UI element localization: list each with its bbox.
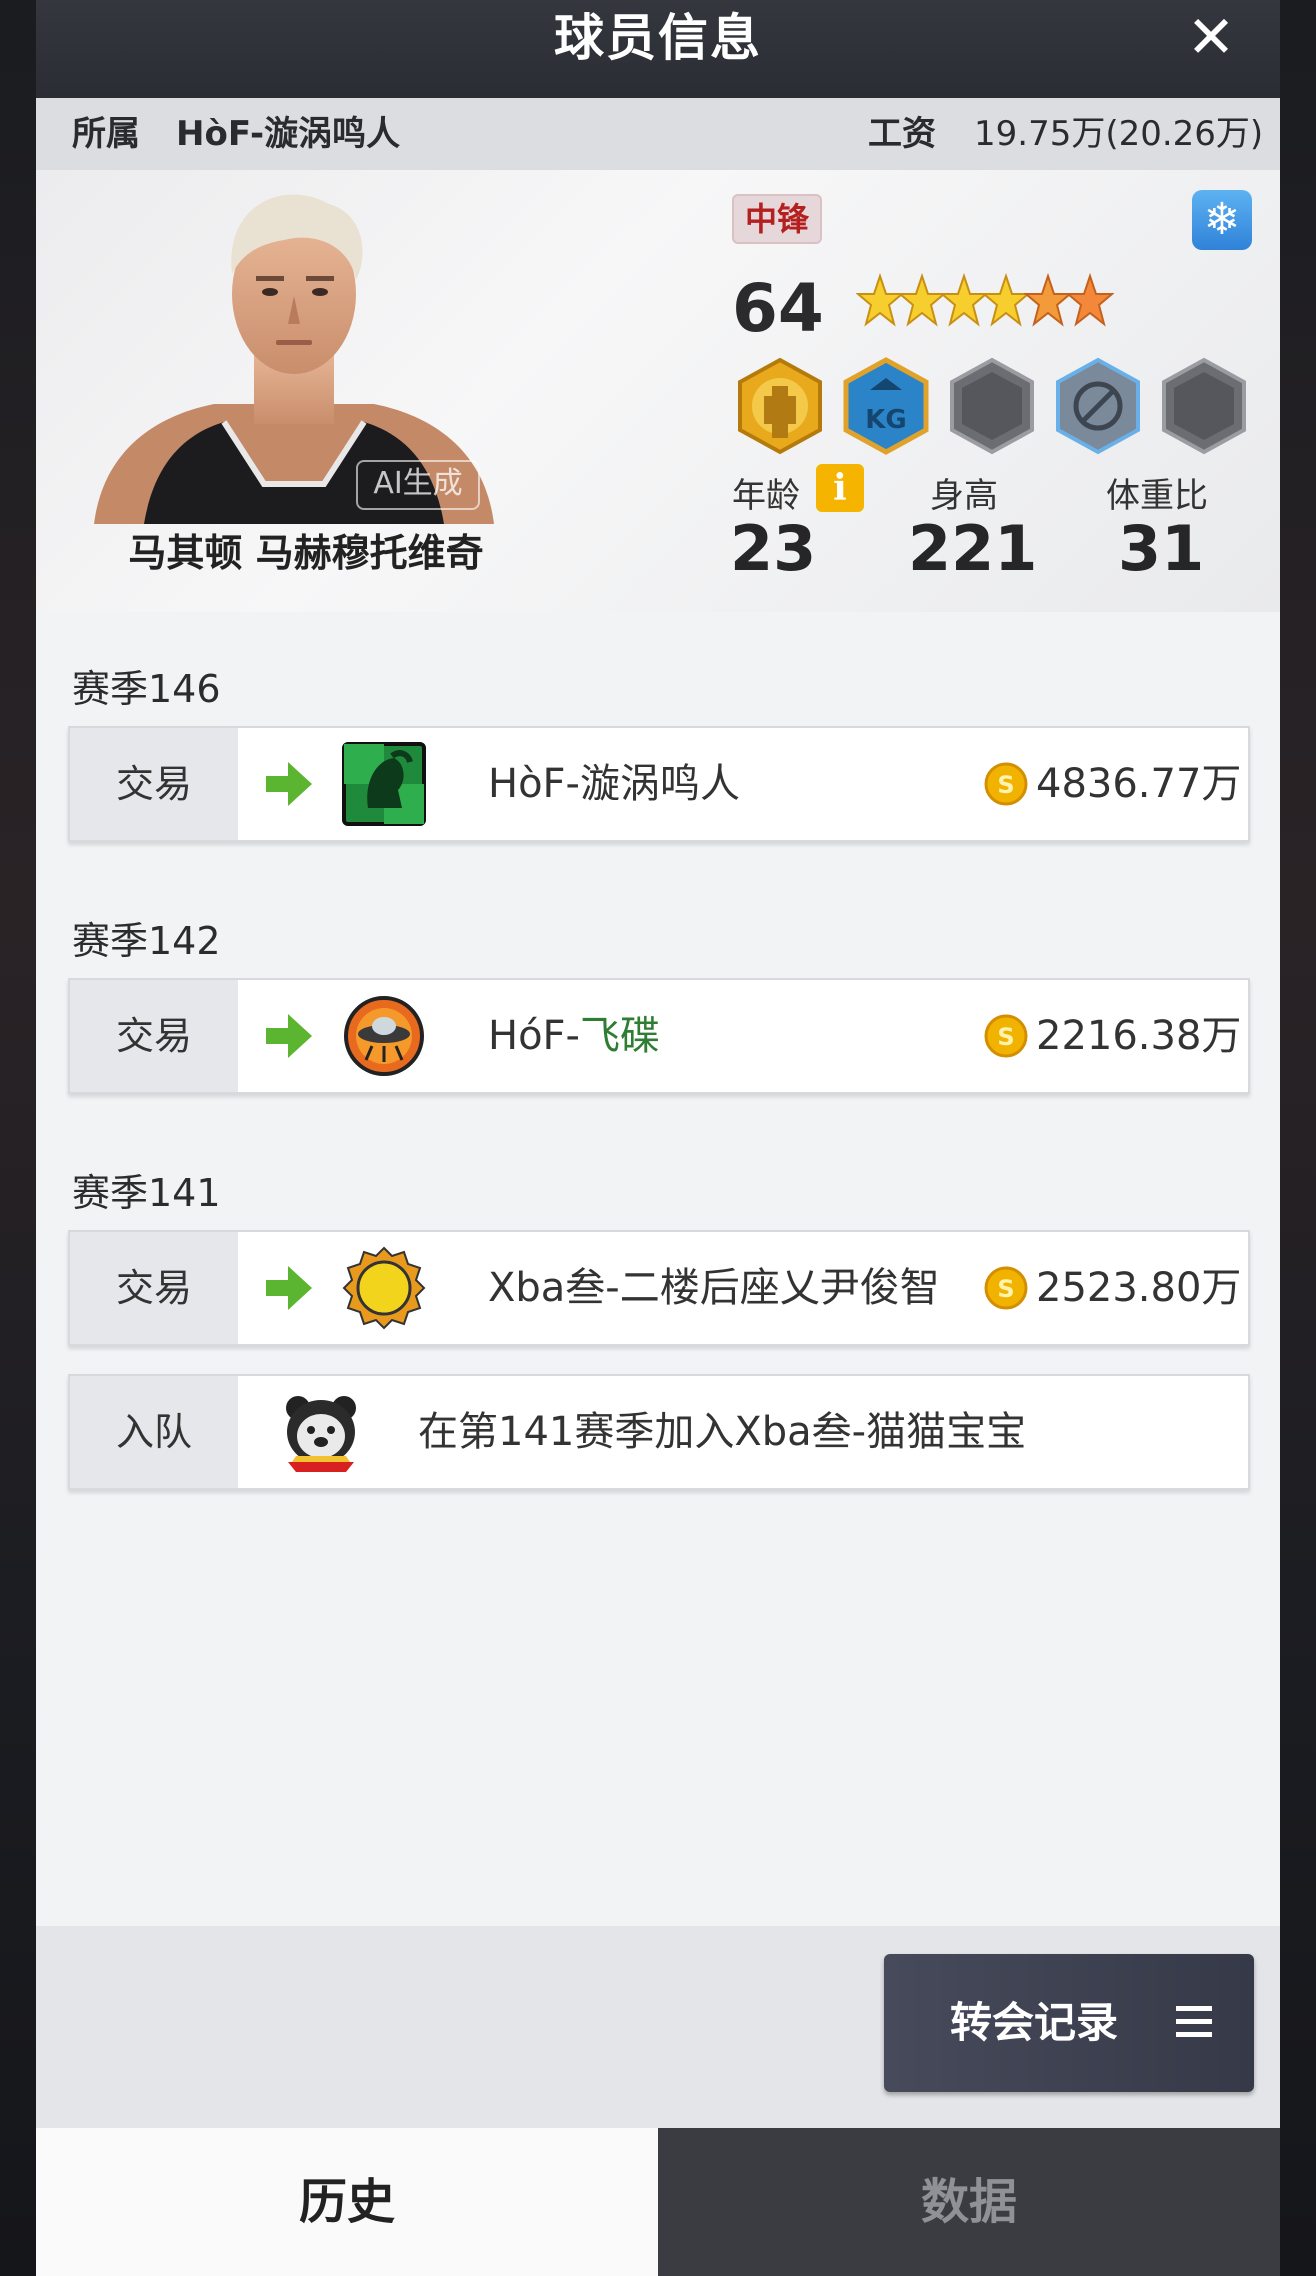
event-type: 交易 bbox=[70, 1232, 238, 1344]
star-icon bbox=[1066, 272, 1114, 327]
title-bar: 球员信息 ✕ bbox=[36, 0, 1280, 98]
kg-badge-icon[interactable]: KG bbox=[838, 356, 934, 456]
coin-icon: S bbox=[984, 1014, 1028, 1058]
menu-icon bbox=[1176, 2006, 1212, 2037]
svg-text:KG: KG bbox=[865, 405, 907, 435]
tab-data[interactable]: 数据 bbox=[658, 2128, 1280, 2276]
footer-area: 转会记录 bbox=[36, 1926, 1280, 2128]
close-icon[interactable]: ✕ bbox=[1176, 4, 1246, 70]
background-right bbox=[1280, 0, 1316, 2276]
star-icon bbox=[856, 272, 904, 327]
player-rating: 64 bbox=[732, 270, 824, 347]
age-value: 23 bbox=[730, 512, 817, 585]
history-row[interactable]: 入队 在第141赛季加入Xba叁-猫猫宝宝 bbox=[68, 1374, 1250, 1490]
snowflake-icon[interactable]: ❄ bbox=[1192, 190, 1252, 250]
ai-generated-tag: AI生成 bbox=[356, 460, 480, 510]
event-type: 入队 bbox=[70, 1376, 238, 1488]
transfer-record-button[interactable]: 转会记录 bbox=[884, 1954, 1254, 2092]
position-badge: 中锋 bbox=[732, 194, 822, 244]
player-name: 马其顿 马赫穆托维奇 bbox=[128, 531, 484, 575]
star-icon bbox=[940, 272, 988, 327]
history-row[interactable]: 交易 Xba叁-二楼后座乂尹俊智 S 2523.80万 bbox=[68, 1230, 1250, 1346]
info-icon[interactable]: i bbox=[816, 464, 864, 512]
arrow-right-icon bbox=[266, 1266, 312, 1310]
weight-ratio-value: 31 bbox=[1118, 512, 1205, 585]
season-heading: 赛季141 bbox=[72, 1171, 221, 1215]
ufo-team-logo-icon bbox=[344, 996, 424, 1076]
age-label: 年龄 bbox=[732, 476, 800, 516]
coin-icon: S bbox=[984, 762, 1028, 806]
height-value: 221 bbox=[908, 512, 1038, 585]
bottom-tabs: 历史 数据 bbox=[36, 2128, 1280, 2276]
empty-badge-icon[interactable] bbox=[944, 356, 1040, 456]
team-name: Xba叁-二楼后座乂尹俊智 bbox=[488, 1265, 940, 1311]
season-heading: 赛季142 bbox=[72, 919, 221, 963]
player-card: AI生成 马其顿 马赫穆托维奇 中锋 ❄ 64 KG 年龄 i 23 身高 22… bbox=[36, 170, 1280, 612]
gold-player-badge-icon[interactable] bbox=[732, 356, 828, 456]
team-name: HóF-飞碟 bbox=[488, 1013, 660, 1059]
svg-text:S: S bbox=[997, 1023, 1014, 1051]
transfer-history: 赛季146 交易 HòF-漩涡鸣人 S 4836.77万 赛季142 交易 Hó… bbox=[36, 612, 1280, 1926]
star-icon bbox=[982, 272, 1030, 327]
tab-history[interactable]: 历史 bbox=[36, 2128, 658, 2276]
coin-icon: S bbox=[984, 1266, 1028, 1310]
transfer-record-label: 转会记录 bbox=[950, 1998, 1119, 2047]
transfer-fee: 4836.77万 bbox=[1036, 761, 1242, 807]
empty-badge-icon[interactable] bbox=[1156, 356, 1252, 456]
transfer-fee: 2523.80万 bbox=[1036, 1265, 1242, 1311]
team-name: HòF-漩涡鸣人 bbox=[488, 761, 740, 807]
svg-text:S: S bbox=[997, 1275, 1014, 1303]
season-heading: 赛季146 bbox=[72, 667, 221, 711]
event-type: 交易 bbox=[70, 980, 238, 1092]
weight-ratio-label: 体重比 bbox=[1106, 476, 1208, 516]
star-rating bbox=[856, 270, 1114, 340]
background-left bbox=[0, 0, 36, 2276]
page-title: 球员信息 bbox=[554, 9, 762, 67]
skill-badges: KG bbox=[732, 356, 1262, 456]
spartan-team-logo-icon bbox=[342, 742, 426, 826]
team-name: HòF-漩涡鸣人 bbox=[176, 114, 401, 154]
arrow-right-icon bbox=[266, 762, 312, 806]
salary-label: 工资 bbox=[868, 114, 936, 154]
join-description: 在第141赛季加入Xba叁-猫猫宝宝 bbox=[418, 1409, 1027, 1455]
disabled-badge-icon[interactable] bbox=[1050, 356, 1146, 456]
sun-team-logo-icon bbox=[342, 1246, 426, 1330]
star-icon bbox=[1024, 272, 1072, 327]
arrow-right-icon bbox=[266, 1014, 312, 1058]
transfer-fee: 2216.38万 bbox=[1036, 1013, 1242, 1059]
player-info-panel: 球员信息 ✕ 所属 HòF-漩涡鸣人 工资 19.75万(20.26万) AI生… bbox=[36, 0, 1280, 2276]
star-icon bbox=[898, 272, 946, 327]
team-label: 所属 bbox=[72, 114, 140, 154]
history-row[interactable]: 交易 HóF-飞碟 S 2216.38万 bbox=[68, 978, 1250, 1094]
info-bar: 所属 HòF-漩涡鸣人 工资 19.75万(20.26万) bbox=[36, 98, 1280, 170]
height-label: 身高 bbox=[930, 476, 998, 516]
event-type: 交易 bbox=[70, 728, 238, 840]
history-row[interactable]: 交易 HòF-漩涡鸣人 S 4836.77万 bbox=[68, 726, 1250, 842]
salary-value: 19.75万(20.26万) bbox=[974, 114, 1264, 154]
svg-text:S: S bbox=[997, 771, 1014, 799]
bear-team-logo-icon bbox=[286, 1396, 356, 1472]
